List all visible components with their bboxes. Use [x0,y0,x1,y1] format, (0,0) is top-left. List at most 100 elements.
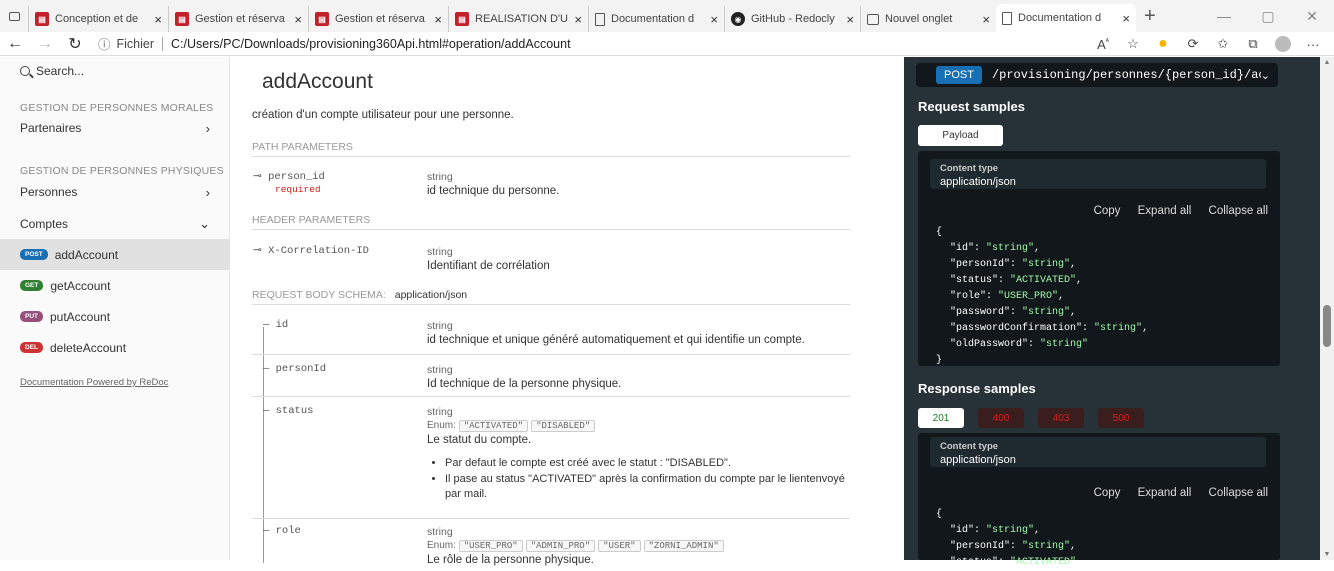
param-correlation-id-detail: string Identifiant de corrélation [427,246,847,272]
refresh-extension-icon[interactable]: ⟳ [1178,36,1208,52]
sidebar-item-comptes[interactable]: Comptes ⌄ [0,209,230,239]
page-scrollbar[interactable]: ▲ ▼ [1320,57,1334,560]
json-key: "password" [950,307,1011,318]
json-comma: , [1076,275,1083,286]
copy-button[interactable]: Copy [1094,487,1121,499]
response-tab-403[interactable]: 403 [1038,408,1084,428]
sidebar-item-putaccount[interactable]: put putAccount [0,301,230,332]
menu-section-physiques: GESTION DE PERSONNES PHYSIQUES [20,165,224,177]
close-tab-icon[interactable]: × [434,12,442,27]
json-key: "personId" [950,541,1011,552]
browser-tab[interactable]: ▤ Conception et de × [28,6,168,32]
field-personid[interactable]: — personId [263,363,326,375]
collections-icon[interactable]: ⧉ [1238,36,1268,52]
endpoint-selector[interactable]: POST /provisioning/personnes/{person_id}… [916,63,1278,87]
browser-tab[interactable]: Nouvel onglet × [860,6,996,32]
close-tab-icon[interactable]: × [294,12,302,27]
enum-values: "USER_PRO" "ADMIN_PRO" "USER" "ZORNI_ADMIN" [458,540,727,552]
browser-tab[interactable]: Documentation d × [588,6,724,32]
sidebar-item-getaccount[interactable]: get getAccount [0,270,230,301]
operation-content: addAccount création d'un compte utilisat… [231,57,904,566]
content-type-label: Content type [940,441,999,452]
browser-tab[interactable]: ▤ REALISATION D'U × [448,6,588,32]
field-status[interactable]: — status [263,405,313,417]
close-tab-icon[interactable]: × [154,12,162,27]
sidebar-item-personnes[interactable]: Personnes › [0,177,230,207]
field-id[interactable]: — id [263,319,288,331]
extension-icon[interactable]: ● [1148,35,1178,53]
payload-tab[interactable]: Payload [918,125,1003,146]
operation-label: putAccount [50,309,111,324]
json-comma: , [1058,291,1065,302]
field-name: personId [275,363,327,375]
scroll-up-icon[interactable]: ▲ [1320,59,1334,66]
operation-title: addAccount [262,70,373,93]
json-line: "status": "ACTIVATED", [936,555,1082,571]
tab-label: GitHub - Redocly [751,13,835,25]
tab-label: Gestion et réserva [335,13,425,25]
sidebar-item-addaccount[interactable]: post addAccount [0,239,230,270]
maximize-button[interactable]: ▢ [1246,8,1290,25]
close-tab-icon[interactable]: × [574,12,582,27]
tab-actions-icon[interactable] [0,0,28,32]
info-icon[interactable]: ⓘ [98,34,111,53]
url-scheme: Fichier [117,36,164,51]
url-text[interactable]: C:/Users/PC/Downloads/provisioning360Api… [171,37,571,51]
browser-tab[interactable]: ▤ Gestion et réserva × [168,6,308,32]
read-aloud-icon[interactable]: Aᴬ [1088,37,1118,52]
pdf-icon: ▤ [35,12,49,26]
back-button[interactable]: ← [0,35,30,53]
expand-all-button[interactable]: Expand all [1138,487,1192,499]
note-item: Par defaut le compte est créé avec le st… [445,456,847,471]
enum-value: "ACTIVATED" [458,420,529,432]
close-tab-icon[interactable]: × [710,12,718,27]
profile-avatar[interactable] [1275,36,1291,52]
chevron-down-icon: ⌄ [199,216,210,231]
scrollbar-thumb[interactable] [1323,305,1331,347]
tab-label: Documentation d [611,13,695,25]
collapse-all-button[interactable]: Collapse all [1209,205,1268,217]
toolbar-icons: Aᴬ ☆ ● ⟳ ✩ ⧉ ··· [1088,32,1328,56]
new-tab-button[interactable]: + [1144,5,1156,28]
powered-by-link[interactable]: Documentation Powered by ReDoc [0,377,168,388]
search-box[interactable]: Search... [0,57,229,85]
sidebar-item-deleteaccount[interactable]: del deleteAccount [0,332,230,363]
more-menu-icon[interactable]: ··· [1298,37,1328,52]
json-colon: : [998,557,1011,568]
status-notes: Par defaut le compte est créé avec le st… [445,456,847,502]
search-input[interactable]: Search... [36,64,84,78]
field-id-detail: string id technique et unique généré aut… [427,320,847,346]
enum-row: Enum: "USER_PRO" "ADMIN_PRO" "USER" "ZORNI_… [427,540,847,552]
tab-label: Gestion et réserva [195,13,285,25]
response-tab-400[interactable]: 400 [978,408,1024,428]
forward-button[interactable]: → [30,35,60,53]
response-tab-500[interactable]: 500 [1098,408,1144,428]
json-comma: , [1034,525,1041,536]
scroll-down-icon[interactable]: ▼ [1320,551,1334,558]
row-divider [252,518,850,519]
browser-tab[interactable]: Documentation d × [996,4,1136,32]
minimize-button[interactable]: — [1202,8,1246,24]
copy-button[interactable]: Copy [1094,205,1121,217]
browser-tab[interactable]: ◉ GitHub - Redocly × [724,6,860,32]
close-tab-icon[interactable]: × [982,12,990,27]
close-tab-icon[interactable]: × [1122,11,1130,26]
favorites-icon[interactable]: ✩ [1208,36,1238,52]
refresh-button[interactable]: ↻ [60,34,90,54]
expand-all-button[interactable]: Expand all [1138,205,1192,217]
json-colon: : [1010,541,1023,552]
response-tab-201[interactable]: 201 [918,408,964,428]
close-tab-icon[interactable]: × [846,12,854,27]
close-window-button[interactable]: ✕ [1290,8,1334,25]
favorite-star-icon[interactable]: ☆ [1118,36,1148,52]
json-colon: : [974,243,987,254]
browser-tab[interactable]: ▤ Gestion et réserva × [308,6,448,32]
request-body-schema-header: REQUEST BODY SCHEMA: application/json [252,289,850,305]
field-role[interactable]: — role [263,525,301,537]
collapse-all-button[interactable]: Collapse all [1209,487,1268,499]
sidebar-item-partenaires[interactable]: Partenaires › [0,113,230,143]
tab-label: Documentation d [1018,12,1102,24]
field-type: string [427,320,453,332]
url-field[interactable]: ⓘ Fichier C:/Users/PC/Downloads/provisio… [98,34,571,53]
field-description: Le rôle de la personne physique. [427,554,594,566]
